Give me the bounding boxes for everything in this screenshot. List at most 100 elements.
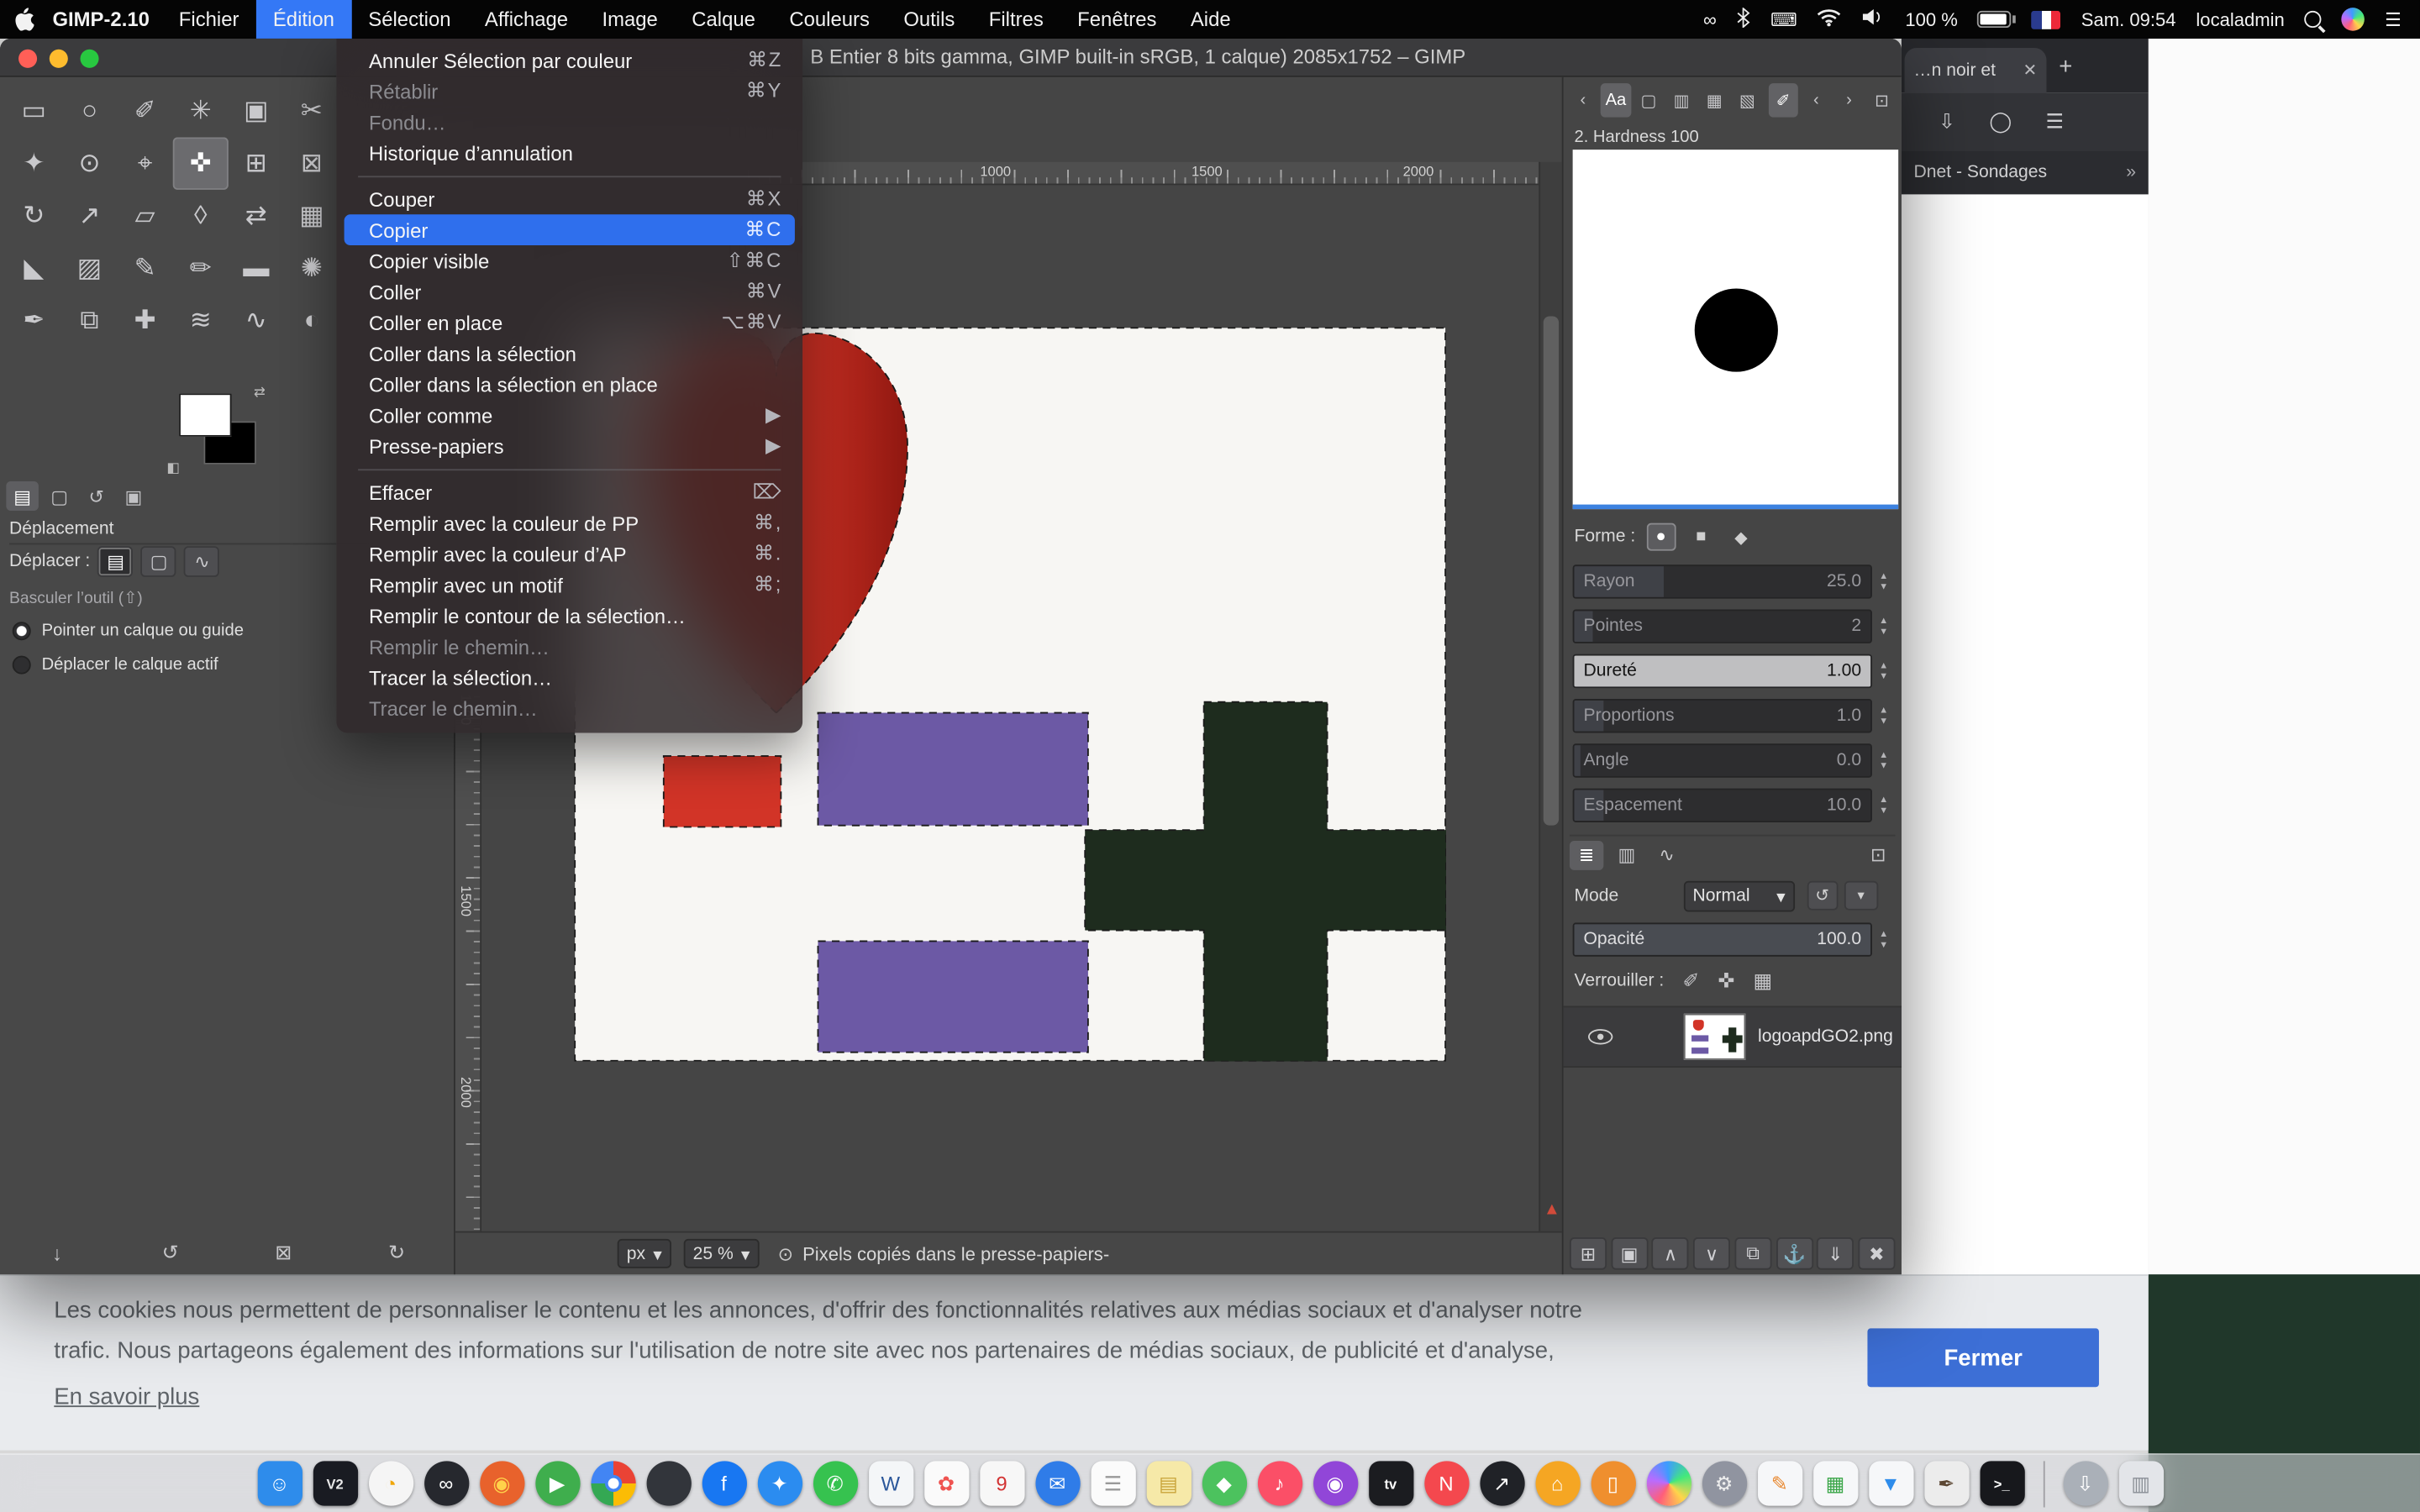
tool-shear[interactable]: ▱ — [118, 190, 173, 242]
tool-rotate[interactable]: ↻ — [6, 190, 61, 242]
merge-layer-button[interactable]: ⇓ — [1817, 1237, 1854, 1270]
minimize-window-button[interactable] — [50, 49, 68, 67]
menu-couleurs[interactable]: Couleurs — [772, 0, 886, 39]
slider-spinner[interactable]: ▲▼ — [1872, 743, 1896, 777]
swap-colors-icon[interactable]: ⇄ — [254, 384, 266, 401]
dock-icon-home[interactable]: ⌂ — [1535, 1461, 1580, 1505]
tool-fuzzy-select[interactable]: ✳ — [173, 85, 229, 137]
gradient-tab[interactable]: ▧ — [1733, 83, 1762, 117]
menu-item-coller[interactable]: Coller⌘V — [345, 276, 795, 307]
camera-status-icon[interactable]: ∞ — [1703, 8, 1717, 30]
tool-paintbrush[interactable]: ✏ — [173, 242, 229, 294]
raise-layer-button[interactable]: ∧ — [1652, 1237, 1689, 1270]
app-name[interactable]: GIMP-2.10 — [52, 8, 149, 31]
menu-item-coller-dans-la-selection[interactable]: Coller dans la sélection — [345, 338, 795, 369]
dock-icon-downloads[interactable]: ⇩ — [2063, 1461, 2107, 1505]
slider-angle[interactable]: Angle0.0 — [1573, 743, 1872, 777]
foreground-color-swatch[interactable] — [179, 393, 231, 436]
mode-reset-icon[interactable]: ↺ — [1807, 881, 1838, 911]
tool-gradient[interactable]: ▨ — [61, 242, 117, 294]
lock-alpha-icon[interactable]: ▦ — [1753, 969, 1772, 993]
dock-icon-siri[interactable] — [1646, 1461, 1691, 1505]
move-selection-button[interactable]: ▢ — [141, 546, 176, 577]
tool-clone[interactable]: ⧉ — [61, 295, 117, 347]
tool-flip[interactable]: ⇄ — [229, 190, 284, 242]
anchor-layer-button[interactable]: ⚓ — [1776, 1237, 1812, 1270]
move-layer-button[interactable]: ▤ — [97, 546, 133, 577]
pattern-tab[interactable]: ▦ — [1700, 83, 1729, 117]
menu-item-remplir-avec-la-couleur-de-pp[interactable]: Remplir avec la couleur de PP⌘, — [345, 507, 795, 538]
brush-tab[interactable]: ▥ — [1666, 83, 1696, 117]
tab-scroll-left-icon[interactable]: ‹ — [1568, 83, 1597, 117]
dock-icon-safari[interactable]: ✦ — [757, 1461, 802, 1505]
wifi-icon[interactable] — [1818, 8, 1842, 31]
browser-menu-icon[interactable]: ☰ — [2046, 109, 2064, 134]
dock-icon-notes[interactable]: ▤ — [1146, 1461, 1191, 1505]
layers-menu-icon[interactable]: ⊡ — [1861, 840, 1895, 869]
dock-icon-dark-app[interactable] — [646, 1461, 691, 1505]
slider-rayon[interactable]: Rayon25.0 — [1573, 564, 1872, 598]
download-icon[interactable]: ⇩ — [1939, 109, 1955, 134]
slider-spinner[interactable]: ▲▼ — [1872, 610, 1896, 643]
dock-icon-keynote[interactable]: ▼ — [1868, 1461, 1912, 1505]
menu-item-coller-comme[interactable]: Coller comme▶ — [345, 400, 795, 431]
tool-pencil[interactable]: ✎ — [118, 242, 173, 294]
tool-select-by-color[interactable]: ▣ — [229, 85, 284, 137]
move-path-button[interactable]: ∿ — [184, 546, 219, 577]
fonts-tab[interactable]: Aa — [1601, 83, 1630, 117]
opacity-spinner[interactable]: ▲▼ — [1872, 922, 1896, 956]
slider-spinner[interactable]: ▲▼ — [1872, 699, 1896, 732]
delete-tool-options-icon[interactable]: ⊠ — [263, 1237, 303, 1268]
dock-icon-facebook[interactable]: f — [702, 1461, 746, 1505]
mode-switch-icon[interactable]: ▾ — [1844, 881, 1877, 911]
paintbrush-tool-icon[interactable]: ✐ — [1768, 83, 1797, 117]
tool-zoom[interactable]: ⊙ — [61, 137, 117, 189]
menu-image[interactable]: Image — [585, 0, 675, 39]
tool-measure[interactable]: ⌖ — [118, 137, 173, 189]
menu-selection[interactable]: Sélection — [351, 0, 468, 39]
tool-move[interactable]: ✜ — [173, 137, 229, 189]
restore-tool-options-icon[interactable]: ↺ — [150, 1237, 191, 1268]
siri-icon[interactable] — [2342, 8, 2365, 31]
menu-outils[interactable]: Outils — [886, 0, 971, 39]
control-center-icon[interactable]: ☰ — [2385, 8, 2402, 30]
dock-icon-music[interactable]: ♪ — [1257, 1461, 1302, 1505]
lock-pixels-icon[interactable]: ✐ — [1682, 969, 1699, 993]
apple-menu-icon[interactable] — [0, 8, 46, 31]
tool-bucket-fill[interactable]: ◣ — [6, 242, 61, 294]
dock-icon-reminders[interactable]: ☰ — [1091, 1461, 1135, 1505]
menu-item-tracer-la-selection[interactable]: Tracer la sélection… — [345, 662, 795, 693]
dock-icon-terminal[interactable]: >_ — [1980, 1461, 2024, 1505]
menu-item-effacer[interactable]: Effacer⌦ — [345, 477, 795, 508]
dock-menu-icon[interactable]: ⊡ — [1867, 83, 1897, 117]
layer-thumbnail[interactable] — [1684, 1014, 1745, 1060]
layers-tab[interactable]: ≣ — [1570, 840, 1603, 869]
tool-color-picker[interactable]: ✦ — [6, 137, 61, 189]
shape-circle-button[interactable]: ● — [1646, 523, 1676, 551]
dock-icon-tv[interactable]: tv — [1368, 1461, 1413, 1505]
browser-tab[interactable]: …n noir et ✕ — [1905, 48, 2047, 92]
dock-icon-word[interactable]: W — [868, 1461, 913, 1505]
document-tab[interactable]: ▢ — [1634, 83, 1663, 117]
menu-item-presse-papiers[interactable]: Presse-papiers▶ — [345, 430, 795, 461]
tab-scroll-right-icon[interactable]: › — [1834, 83, 1864, 117]
dock-icon-chrome[interactable] — [591, 1461, 635, 1505]
tool-dodge-burn[interactable]: ◐ — [284, 295, 339, 347]
dock-icon-maps[interactable]: ◆ — [1202, 1461, 1246, 1505]
new-group-button[interactable]: ▣ — [1611, 1237, 1648, 1270]
undo-history-tab[interactable]: ↺ — [81, 481, 113, 511]
slider-pointes[interactable]: Pointes2 — [1573, 610, 1872, 643]
opacity-slider[interactable]: Opacité 100.0 — [1573, 922, 1872, 956]
menubar-user[interactable]: localadmin — [2196, 8, 2284, 30]
dock-icon-podcasts[interactable]: ◉ — [1313, 1461, 1357, 1505]
tool-free-select[interactable]: ✐ — [118, 85, 173, 137]
menu-item-historique-d-annulation[interactable]: Historique d’annulation — [345, 137, 795, 168]
tab-close-icon[interactable]: ✕ — [2023, 60, 2038, 81]
vertical-scrollbar[interactable]: ▲ — [1539, 162, 1562, 1231]
menu-item-remplir-avec-un-motif[interactable]: Remplir avec un motif⌘; — [345, 570, 795, 601]
menu-calque[interactable]: Calque — [675, 0, 772, 39]
menu-affichage[interactable]: Affichage — [468, 0, 586, 39]
keyboard-icon[interactable]: ⌨ — [1770, 8, 1797, 30]
pane-splitter[interactable] — [1573, 505, 1899, 510]
menu-fichier[interactable]: Fichier — [162, 0, 256, 39]
